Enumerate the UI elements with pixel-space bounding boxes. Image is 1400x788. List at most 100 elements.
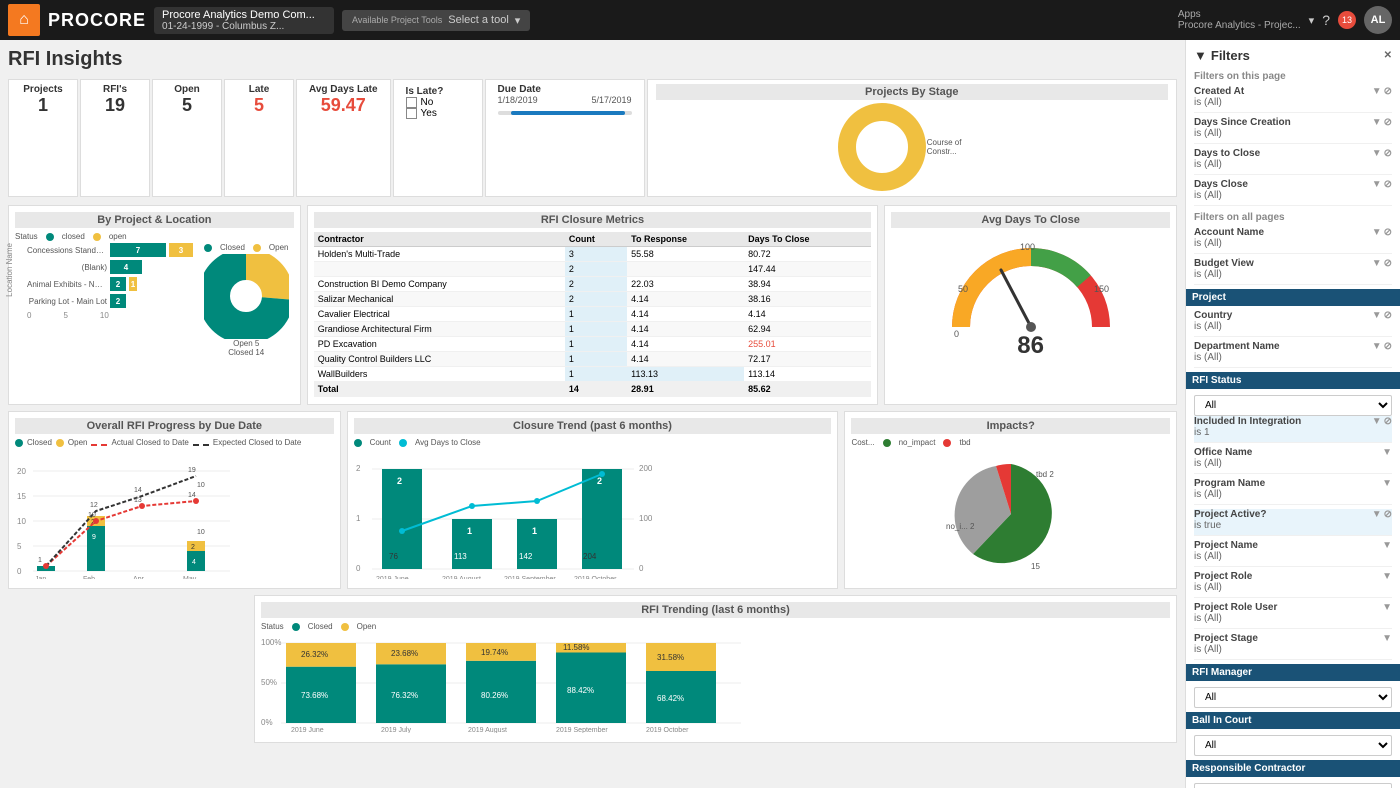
sort-icon15[interactable]: ▼ [1382,602,1392,613]
late-label: Late [237,84,281,95]
closure-title: RFI Closure Metrics [314,212,872,228]
progress-title: Overall RFI Progress by Due Date [15,418,334,434]
budget-label: Budget View ▼ ⊘ [1194,258,1392,269]
svg-text:50: 50 [958,284,968,294]
budget-value: is (All) [1194,269,1392,280]
gauge-value: 86 [1017,332,1044,360]
eraser-icon7[interactable]: ⊘ [1384,310,1392,321]
rfi-manager-dropdown[interactable]: All [1194,687,1392,708]
filter-country: Country ▼ ⊘ is (All) [1194,310,1392,337]
col-count[interactable]: Count [565,232,627,247]
svg-text:2: 2 [597,476,602,486]
apps-dropdown-icon[interactable]: ▾ [1309,14,1315,27]
svg-text:10: 10 [197,482,205,489]
filter-integration: Included In Integration ▼ ⊘ is 1 [1194,416,1392,443]
close-2: 38.94 [744,277,871,292]
program-label: Program Name ▼ [1194,478,1392,489]
eraser-icon4[interactable]: ⊘ [1384,179,1392,190]
filter-days-close2: Days Close ▼ ⊘ is (All) [1194,179,1392,206]
closed-bar-2: 2 [110,277,126,291]
trending-title: RFI Trending (last 6 months) [261,602,1170,618]
closed-bar-3: 2 [110,294,126,308]
office-label: Office Name ▼ [1194,447,1392,458]
gauge-container: 0 50 100 150 86 [891,232,1170,360]
sort-icon8[interactable]: ▼ [1372,341,1382,352]
notification-badge[interactable]: 13 [1338,11,1356,29]
metrics-row: Projects 1 RFI's 19 Open 5 Late 5 Avg Da… [8,79,1177,197]
trending-legend: Status Closed Open [261,622,1170,631]
responsible-contractor-dropdown[interactable]: All [1194,783,1392,788]
count-8: 1 [565,367,627,382]
sort-asc-icon[interactable]: ▼ [1372,86,1382,97]
pie-open-dot [253,244,261,252]
avg-close-title: Avg Days To Close [891,212,1170,228]
rfi-status-dropdown[interactable]: All [1194,395,1392,416]
svg-text:76: 76 [389,552,398,561]
app-name: Procore Analytics - Projec... [1178,20,1301,31]
created-at-label: Created At ▼ ⊘ [1194,86,1392,97]
eraser-icon3[interactable]: ⊘ [1384,148,1392,159]
response-8: 113.13 [627,367,744,382]
col-to-response[interactable]: To Response [627,232,744,247]
closure-table: Contractor Count To Response Days To Clo… [314,232,872,397]
integration-label: Included In Integration ▼ ⊘ [1194,416,1392,427]
closure-table-container[interactable]: Contractor Count To Response Days To Clo… [314,232,872,397]
tools-selector[interactable]: Available Project Tools Select a tool ▾ [342,10,530,31]
dept-label: Department Name ▼ ⊘ [1194,341,1392,352]
sort-icon12[interactable]: ▼ [1372,509,1382,520]
sort-icon9[interactable]: ▼ [1372,416,1382,427]
col-days-close[interactable]: Days To Close [744,232,871,247]
avg-dot [399,439,407,447]
sort-icon10[interactable]: ▼ [1382,447,1392,458]
filter-project-stage: Project Stage ▼ is (All) [1194,633,1392,660]
impacts-pie: tbd 2 no_i... 2 15 [941,449,1081,579]
pie-open-label: Open [269,243,289,252]
sort-icon[interactable]: ▼ [1372,117,1382,128]
eraser-icon12[interactable]: ⊘ [1384,509,1392,520]
no-checkbox-row[interactable]: No [406,97,470,108]
closure-trend-title: Closure Trend (past 6 months) [354,418,832,434]
eraser-icon5[interactable]: ⊘ [1384,227,1392,238]
days-close-value: is (All) [1194,159,1392,170]
close-filters-icon[interactable]: ✕ [1384,50,1392,61]
user-avatar[interactable]: AL [1364,6,1392,34]
sort-icon14[interactable]: ▼ [1382,571,1392,582]
ball-in-court-dropdown[interactable]: All [1194,735,1392,756]
sort-icon5[interactable]: ▼ [1372,227,1382,238]
eraser-icon2[interactable]: ⊘ [1384,117,1392,128]
sort-icon13[interactable]: ▼ [1382,540,1392,551]
yes-checkbox[interactable] [406,108,417,119]
prog-closed-label: Closed [27,438,52,447]
home-button[interactable]: ⌂ [8,4,40,36]
svg-text:142: 142 [519,552,533,561]
svg-text:0: 0 [954,329,959,339]
no-checkbox[interactable] [406,97,417,108]
rfi-manager-header: RFI Manager [1186,664,1400,681]
sort-icon16[interactable]: ▼ [1382,633,1392,644]
sort-icon11[interactable]: ▼ [1382,478,1392,489]
sort-icon6[interactable]: ▼ [1372,258,1382,269]
open-bar-2: 1 [129,277,137,291]
sort-icon7[interactable]: ▼ [1372,310,1382,321]
charts-row-3: RFI Trending (last 6 months) Status Clos… [8,595,1177,743]
actual-line [91,444,107,446]
col-contractor[interactable]: Contractor [314,232,565,247]
svg-text:50%: 50% [261,678,277,687]
svg-text:20: 20 [17,467,26,476]
yes-checkbox-row[interactable]: Yes [406,108,470,119]
eraser-icon8[interactable]: ⊘ [1384,341,1392,352]
table-row: WallBuilders 1 113.13 113.14 [314,367,872,382]
eraser-icon9[interactable]: ⊘ [1384,416,1392,427]
sort-icon3[interactable]: ▼ [1372,148,1382,159]
sort-icon4[interactable]: ▼ [1372,179,1382,190]
date-range[interactable]: 1/18/2019 5/17/2019 [498,95,632,119]
date-slider[interactable] [498,111,632,115]
response-7: 4.14 [627,352,744,367]
eraser-icon6[interactable]: ⊘ [1384,258,1392,269]
project-selector[interactable]: Procore Analytics Demo Com... 01-24-1999… [154,7,334,34]
svg-text:4: 4 [192,559,196,566]
eraser-icon[interactable]: ⊘ [1384,86,1392,97]
progress-chart-svg: 0 5 10 15 20 1 Jan 9 [15,449,235,579]
help-button[interactable]: ? [1322,12,1330,28]
svg-text:10: 10 [197,529,205,536]
